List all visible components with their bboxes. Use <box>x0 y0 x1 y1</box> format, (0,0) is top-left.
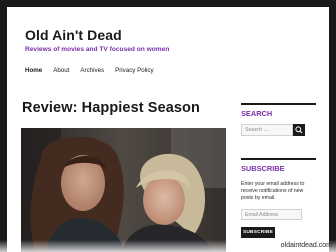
site-title[interactable]: Old Ain't Dead <box>25 27 122 43</box>
nav-item-privacy-policy[interactable]: Privacy Policy <box>115 67 154 74</box>
domain-label: oldaintdead.com <box>280 242 332 249</box>
search-icon <box>295 126 303 134</box>
featured-photo <box>21 128 226 252</box>
search-widget-title: SEARCH <box>241 109 273 118</box>
subscribe-button[interactable]: SUBSCRIBE <box>241 227 275 238</box>
search-widget-rule <box>241 103 316 105</box>
nav-item-home[interactable]: Home <box>25 67 42 74</box>
site-description: Reviews of movies and TV focused on wome… <box>25 46 170 53</box>
search-input[interactable]: Search … <box>241 124 293 136</box>
search-button[interactable] <box>293 124 305 136</box>
nav-item-archives[interactable]: Archives <box>80 67 104 74</box>
email-field[interactable]: Email Address <box>241 209 302 220</box>
featured-image[interactable] <box>21 128 226 252</box>
subscribe-widget-title: SUBSCRIBE <box>241 164 285 173</box>
main-nav: Home About Archives Privacy Policy <box>25 67 165 74</box>
subscribe-description: Enter your email address to receive noti… <box>241 181 305 201</box>
nav-item-about[interactable]: About <box>53 67 69 74</box>
post-title[interactable]: Review: Happiest Season <box>22 100 200 116</box>
subscribe-widget-rule <box>241 158 316 160</box>
